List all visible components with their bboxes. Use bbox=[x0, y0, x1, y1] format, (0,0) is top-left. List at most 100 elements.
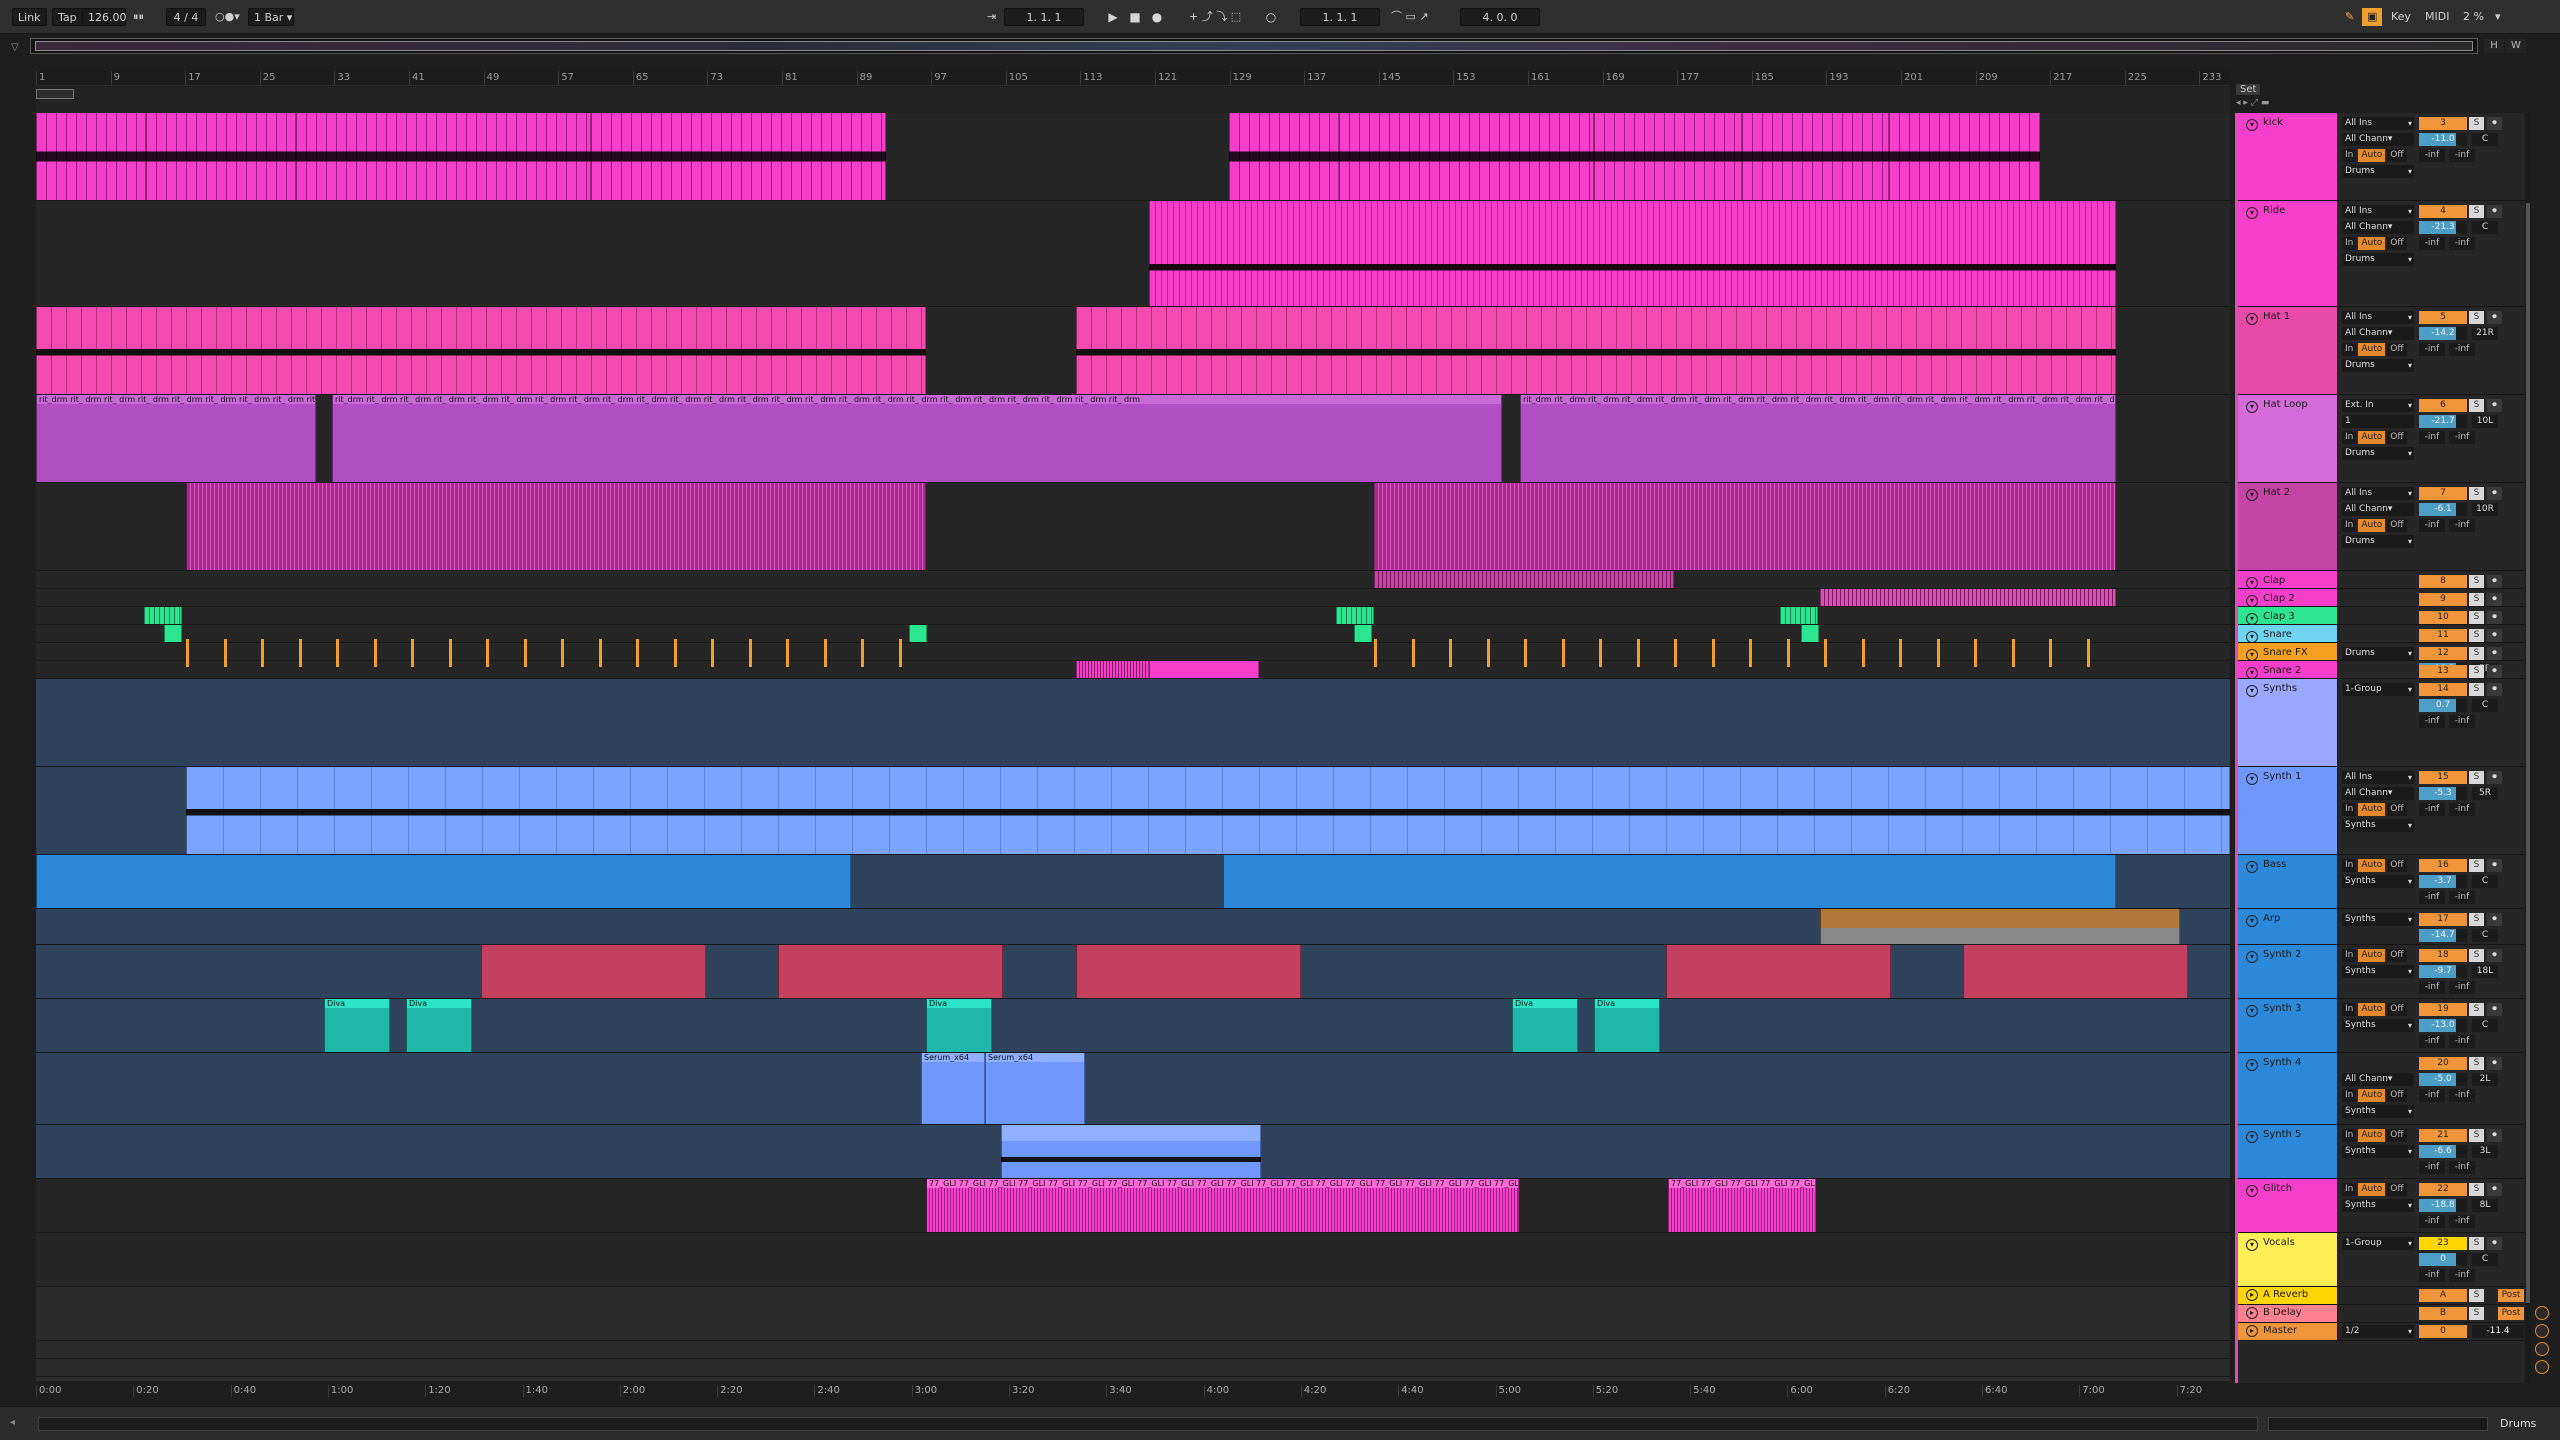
lane-hat-1[interactable] bbox=[36, 307, 2230, 395]
input-channel-select[interactable]: All Chann▾ bbox=[2342, 787, 2414, 800]
lane-glitch[interactable]: 77_GLI 77_GLI 77_GLI 77_GLI 77_GLI 77_GL… bbox=[36, 1179, 2230, 1233]
arm-button[interactable]: ⏺ bbox=[2487, 1003, 2502, 1016]
monitor-off[interactable]: Off bbox=[2387, 1129, 2407, 1142]
track-activator[interactable]: 10 bbox=[2419, 611, 2467, 624]
pencil-icon[interactable]: ✎ bbox=[2340, 8, 2359, 26]
lane-hat-2[interactable] bbox=[36, 483, 2230, 571]
volume-slider[interactable]: -13.0 bbox=[2419, 1019, 2467, 1032]
arm-button[interactable]: ⏺ bbox=[2487, 629, 2502, 642]
volume-slider[interactable]: -9.7 bbox=[2419, 965, 2467, 978]
link-button[interactable]: Link bbox=[12, 8, 47, 26]
monitor-in[interactable]: In bbox=[2342, 519, 2357, 532]
pre-post-toggle[interactable]: Post bbox=[2498, 1289, 2524, 1302]
solo-button[interactable]: S bbox=[2469, 205, 2484, 218]
track-activator[interactable]: 6 bbox=[2419, 399, 2467, 412]
beat-time-ruler[interactable]: 1 9 17 25 33 41 49 57 65 73 81 89 97 105 113 121 129 137 1… bbox=[36, 70, 2230, 86]
monitor-in[interactable]: In bbox=[2342, 859, 2357, 872]
diva-clip[interactable]: Diva bbox=[406, 999, 472, 1052]
solo-button[interactable]: S bbox=[2469, 665, 2484, 678]
track-name-area[interactable]: ▾ kick bbox=[2238, 113, 2338, 200]
pan-knob[interactable]: C bbox=[2472, 875, 2498, 888]
monitor-auto[interactable]: Auto bbox=[2358, 343, 2386, 356]
monitor-in[interactable]: In bbox=[2342, 803, 2357, 816]
master-name-area[interactable]: ▸ Master bbox=[2238, 1323, 2338, 1340]
monitor-off[interactable]: Off bbox=[2387, 859, 2407, 872]
arm-button[interactable]: ⏺ bbox=[2487, 949, 2502, 962]
volume-slider[interactable]: -6.1 bbox=[2419, 503, 2467, 516]
overdub-icon[interactable]: + ⤴ ⤵ ⬚ bbox=[1184, 8, 1246, 26]
monitor-auto[interactable]: Auto bbox=[2358, 803, 2386, 816]
track-activator[interactable]: 12 bbox=[2419, 647, 2467, 660]
return-name-area[interactable]: ▸ A Reverb bbox=[2238, 1287, 2338, 1304]
monitor-auto[interactable]: Auto bbox=[2358, 237, 2386, 250]
track-activator[interactable]: 14 bbox=[2419, 683, 2467, 696]
track-activator[interactable]: 22 bbox=[2419, 1183, 2467, 1196]
send-b-knob[interactable]: -inf bbox=[2449, 237, 2475, 250]
monitor-in[interactable]: In bbox=[2342, 1089, 2357, 1102]
hat-loop-clip[interactable]: rit_drm rit_ drm rit_ drm rit_ drm rit_ … bbox=[1520, 395, 2116, 482]
kick-clip[interactable] bbox=[1742, 113, 1889, 200]
track-name-area[interactable]: ▾ Clap 2 bbox=[2238, 589, 2338, 607]
input-channel-select[interactable]: All Chann▾ bbox=[2342, 503, 2414, 516]
pan-knob[interactable]: 8L bbox=[2472, 1199, 2498, 1212]
output-routing-select[interactable]: Drums bbox=[2342, 647, 2414, 660]
input-type-select[interactable]: All Ins bbox=[2342, 117, 2414, 130]
lane-vocals[interactable] bbox=[36, 1287, 2230, 1341]
track-activator[interactable]: 18 bbox=[2419, 949, 2467, 962]
arm-button[interactable]: ⏺ bbox=[2487, 117, 2502, 130]
input-type-select[interactable]: 1-Group bbox=[2342, 1237, 2414, 1250]
diva-clip[interactable]: Diva bbox=[324, 999, 390, 1052]
key-map-button[interactable]: Key bbox=[2386, 8, 2416, 26]
pan-knob[interactable]: 21R bbox=[2472, 327, 2498, 340]
snare2-clip[interactable] bbox=[1076, 661, 1149, 678]
lane-vocals[interactable] bbox=[36, 1233, 2230, 1287]
send-b-knob[interactable]: -inf bbox=[2449, 891, 2475, 904]
solo-button[interactable]: S bbox=[2469, 949, 2484, 962]
track-activator[interactable]: 16 bbox=[2419, 859, 2467, 872]
track-activator[interactable]: 21 bbox=[2419, 1129, 2467, 1142]
track-activator[interactable]: 5 bbox=[2419, 311, 2467, 324]
fold-icon[interactable]: ▾ bbox=[2246, 207, 2258, 219]
locator-nav-icon[interactable]: ◂ ▸ ⤢ ▬ bbox=[2236, 98, 2269, 108]
pan-knob[interactable]: 2L bbox=[2472, 1073, 2498, 1086]
track-activator[interactable]: 20 bbox=[2419, 1057, 2467, 1070]
arm-button[interactable]: ⏺ bbox=[2487, 647, 2502, 660]
monitor-in[interactable]: In bbox=[2342, 1129, 2357, 1142]
fold-icon[interactable]: ▾ bbox=[2246, 667, 2258, 679]
bass-clip[interactable] bbox=[1223, 855, 2116, 908]
track-activator[interactable]: 9 bbox=[2419, 593, 2467, 606]
volume-slider[interactable]: -14.7 bbox=[2419, 929, 2467, 942]
solo-button[interactable]: S bbox=[2469, 1307, 2484, 1320]
arm-button[interactable]: ⏺ bbox=[2487, 1057, 2502, 1070]
solo-button[interactable]: S bbox=[2469, 1183, 2484, 1196]
fold-icon[interactable]: ▾ bbox=[2246, 613, 2258, 625]
monitor-off[interactable]: Off bbox=[2387, 149, 2407, 162]
time-ruler[interactable]: 0:00 0:20 0:40 1:00 1:20 1:40 2:00 2:20 2:40 3:00… bbox=[36, 1380, 2230, 1400]
input-channel-select[interactable]: All Chann▾ bbox=[2342, 133, 2414, 146]
track-activator[interactable]: 7 bbox=[2419, 487, 2467, 500]
solo-button[interactable]: S bbox=[2469, 487, 2484, 500]
solo-button[interactable]: S bbox=[2469, 611, 2484, 624]
play-icon[interactable]: ▶ bbox=[1104, 8, 1122, 26]
arm-button[interactable]: ⏺ bbox=[2487, 771, 2502, 784]
fold-icon[interactable]: ▾ bbox=[2246, 577, 2258, 589]
output-routing-select[interactable]: Synths bbox=[2342, 965, 2414, 978]
fold-icon[interactable]: ▾ bbox=[2246, 649, 2258, 661]
monitor-in[interactable]: In bbox=[2342, 1003, 2357, 1016]
fold-icon[interactable]: ▾ bbox=[2246, 1059, 2258, 1071]
send-b-knob[interactable]: -inf bbox=[2449, 343, 2475, 356]
lane-a-reverb[interactable] bbox=[36, 1341, 2230, 1359]
send-b-knob[interactable]: -inf bbox=[2449, 1215, 2475, 1228]
lane-synth-5[interactable] bbox=[36, 1125, 2230, 1179]
send-a-knob[interactable]: -inf bbox=[2419, 1035, 2445, 1048]
fold-icon[interactable]: ▾ bbox=[2246, 1239, 2258, 1251]
optimize-height-button[interactable]: H bbox=[2484, 39, 2504, 53]
lane-arp[interactable] bbox=[36, 909, 2230, 945]
input-type-select[interactable]: All Ins bbox=[2342, 771, 2414, 784]
arm-button[interactable]: ⏺ bbox=[2487, 575, 2502, 588]
solo-button[interactable]: S bbox=[2469, 683, 2484, 696]
volume-slider[interactable]: -21.3 bbox=[2419, 221, 2467, 234]
synth5-clip[interactable] bbox=[1001, 1125, 1261, 1178]
track-name-area[interactable]: ▾ Synth 5 bbox=[2238, 1125, 2338, 1178]
scrub-area[interactable] bbox=[36, 87, 2230, 113]
